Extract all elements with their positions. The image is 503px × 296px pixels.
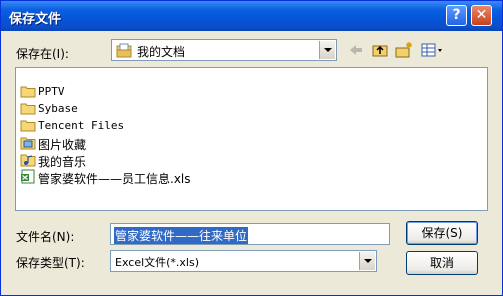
cancel-button[interactable]: 取消 [406,251,478,275]
pictures-folder-icon [20,137,36,150]
new-folder-icon[interactable] [394,41,414,59]
excel-file-icon [21,169,35,184]
up-folder-icon[interactable] [371,41,389,59]
save-button[interactable]: 保存(S) [406,221,478,245]
folder-icon [20,103,36,115]
close-button[interactable]: ✕ [471,5,492,26]
lookin-label: 保存在(I): [16,47,69,61]
filename-label: 文件名(N): [16,230,75,244]
file-name: 图片收藏 [38,138,87,152]
lookin-value: 我的文档 [137,45,186,59]
filetype-value: Excel文件(*.xls) [115,256,200,269]
help-button[interactable]: ? [446,5,467,26]
filetype-dropdown[interactable]: Excel文件(*.xls) [110,250,377,272]
file-name: 我的音乐 [38,155,87,169]
back-arrow-icon[interactable] [348,41,364,59]
filename-value: 管家婆软件——往来单位 [114,227,249,244]
music-folder-icon [20,154,36,167]
dialog-title: 保存文件 [9,12,62,27]
folder-icon [20,86,36,98]
file-name: 管家婆软件——员工信息.xls [38,172,191,186]
file-name: Tencent Files [38,119,125,132]
file-list[interactable]: PPTV Sybase Tencent Files 图片收藏 我的音乐 管家婆软… [15,67,488,211]
file-name: PPTV [38,85,65,98]
lookin-dropdown-arrow[interactable] [319,41,335,59]
filename-input[interactable]: 管家婆软件——往来单位 [110,223,390,245]
folder-icon [20,120,36,132]
filetype-dropdown-arrow[interactable] [359,252,375,270]
file-name: Sybase [38,102,78,115]
save-file-dialog: 保存文件 ? ✕ 保存在(I): 我的文档 PPTV Sybase Tencen… [0,0,503,296]
title-bar[interactable]: 保存文件 ? ✕ [1,1,502,31]
view-menu-icon[interactable] [420,41,444,59]
my-documents-icon [116,43,132,58]
lookin-dropdown[interactable]: 我的文档 [111,39,337,61]
filetype-label: 保存类型(T): [16,256,85,270]
